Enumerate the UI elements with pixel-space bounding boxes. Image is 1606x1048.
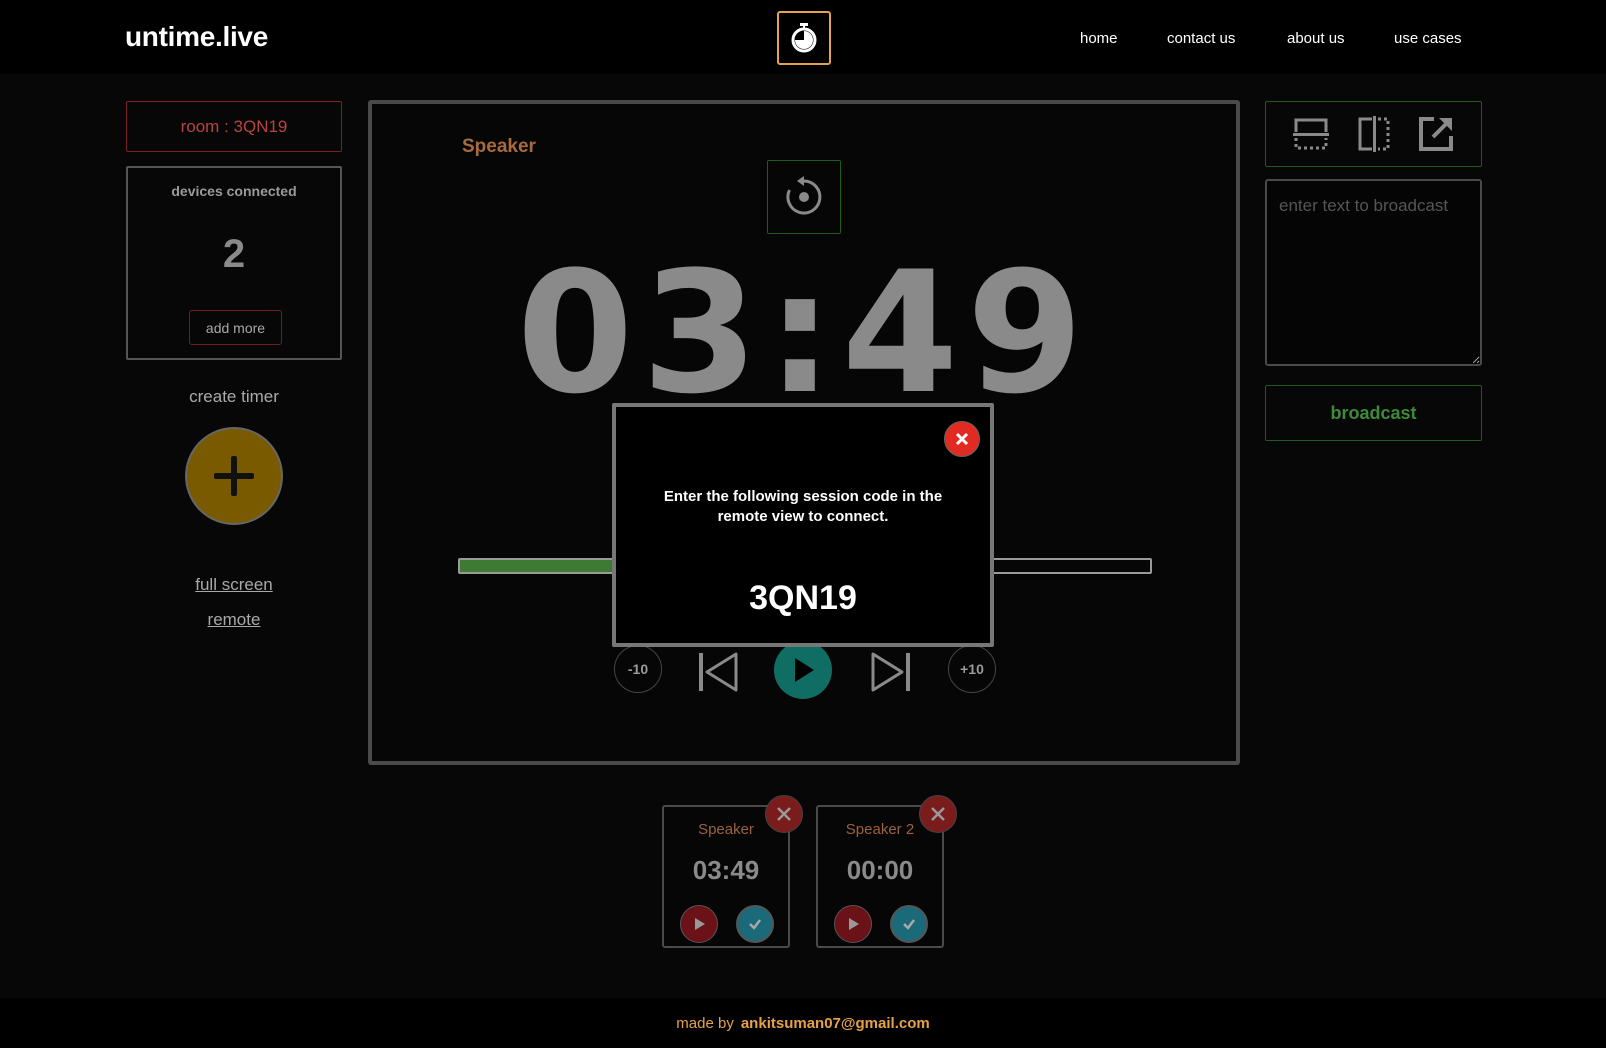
- timer-card-time: 03:49: [692, 855, 760, 885]
- timer-card[interactable]: Speaker 2 00:00: [816, 795, 957, 948]
- start-timer-button[interactable]: [834, 905, 872, 943]
- add-more-button[interactable]: add more: [189, 310, 282, 345]
- session-code: 3QN19: [749, 579, 857, 617]
- reset-timer-button[interactable]: [767, 160, 841, 234]
- main-timer-display: 03:49: [516, 235, 1092, 431]
- footer: made by ankitsuman07@gmail.com: [0, 998, 1606, 1048]
- session-code-modal: Enter the following session code in the …: [612, 403, 994, 647]
- top-nav-bar: untime.live home contact us about us use…: [0, 0, 1606, 74]
- current-speaker-name[interactable]: Speaker: [462, 136, 536, 158]
- modal-close-button[interactable]: [944, 421, 980, 457]
- horizontal-split-icon: [1293, 118, 1329, 150]
- nav-contact-link[interactable]: contact us: [1167, 30, 1235, 47]
- create-timer-button[interactable]: [185, 427, 283, 525]
- delete-timer-button[interactable]: [919, 795, 957, 833]
- open-external-button[interactable]: [1415, 113, 1457, 155]
- timer-progress-fill: [460, 560, 612, 572]
- stopwatch-logo-button[interactable]: [777, 11, 831, 65]
- mark-done-button[interactable]: [890, 905, 928, 943]
- full-screen-link[interactable]: full screen: [126, 575, 342, 595]
- plus-10-button[interactable]: +10: [948, 645, 996, 693]
- open-external-icon: [1419, 117, 1453, 151]
- broadcast-button[interactable]: broadcast: [1265, 385, 1482, 441]
- checkmark-icon: [749, 919, 761, 930]
- nav-use-cases-link[interactable]: use cases: [1394, 30, 1462, 47]
- devices-count: 2: [222, 232, 246, 276]
- stopwatch-icon: [791, 23, 817, 53]
- nav-home-link[interactable]: home: [1080, 30, 1118, 47]
- remote-link[interactable]: remote: [126, 610, 342, 630]
- layout-toolbar: [1265, 101, 1482, 167]
- play-icon: [695, 918, 705, 930]
- mark-done-button[interactable]: [736, 905, 774, 943]
- room-code-badge: room : 3QN19: [126, 101, 342, 152]
- checkmark-icon: [903, 919, 915, 930]
- play-icon: [849, 918, 859, 930]
- nav-about-link[interactable]: about us: [1287, 30, 1345, 47]
- timer-card[interactable]: Speaker 03:49: [662, 795, 803, 948]
- timer-card-time: 00:00: [846, 855, 914, 885]
- close-icon: [955, 432, 969, 446]
- modal-message: Enter the following session code in the …: [663, 488, 943, 525]
- devices-connected-label: devices connected: [171, 183, 297, 199]
- previous-button[interactable]: [694, 650, 742, 694]
- play-pause-button[interactable]: [774, 641, 832, 699]
- start-timer-button[interactable]: [680, 905, 718, 943]
- broadcast-text-input[interactable]: [1265, 179, 1482, 366]
- horizontal-split-button[interactable]: [1290, 113, 1332, 155]
- next-button[interactable]: [867, 650, 915, 694]
- minus-10-button[interactable]: -10: [614, 645, 662, 693]
- close-icon: [931, 807, 945, 821]
- create-timer-label: create timer: [189, 387, 279, 406]
- vertical-split-button[interactable]: [1353, 113, 1395, 155]
- skip-next-icon: [871, 652, 910, 692]
- reset-icon: [786, 176, 822, 215]
- delete-timer-button[interactable]: [765, 795, 803, 833]
- skip-previous-icon: [699, 652, 738, 692]
- author-email-link[interactable]: ankitsuman07@gmail.com: [741, 1015, 930, 1032]
- play-icon: [795, 658, 814, 682]
- devices-connected-panel: devices connected 2 add more: [126, 166, 342, 360]
- vertical-split-icon: [1358, 116, 1390, 152]
- plus-icon: [214, 456, 254, 496]
- brand-logo-text[interactable]: untime.live: [125, 21, 268, 53]
- close-icon: [777, 807, 791, 821]
- footer-made-by: made by: [676, 1014, 734, 1032]
